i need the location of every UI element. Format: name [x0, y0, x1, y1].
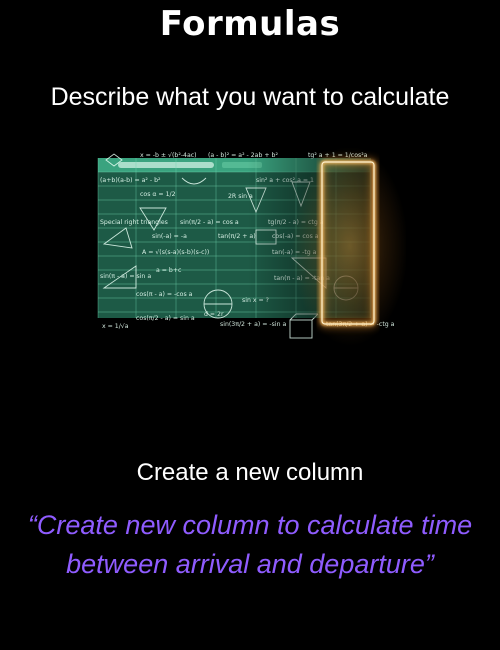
svg-text:sin(3π/2 + a) = -sin a: sin(3π/2 + a) = -sin a [220, 321, 286, 328]
svg-text:x = -b ± √(b²-4ac): x = -b ± √(b²-4ac) [140, 152, 197, 159]
page-title: Formulas [159, 4, 341, 44]
svg-text:x = 1/√a: x = 1/√a [102, 323, 129, 330]
formula-spreadsheet-illustration: x = -b ± √(b²-4ac) (a - b)² = a² - 2ab +… [96, 148, 406, 352]
example-prompt: “Create new column to calculate time bet… [27, 510, 473, 579]
feature-caption: Create a new column [136, 459, 364, 486]
page-subtitle: Describe what you want to calculate [50, 83, 450, 111]
svg-text:(a - b)² = a² - 2ab + b²: (a - b)² = a² - 2ab + b² [208, 152, 278, 159]
